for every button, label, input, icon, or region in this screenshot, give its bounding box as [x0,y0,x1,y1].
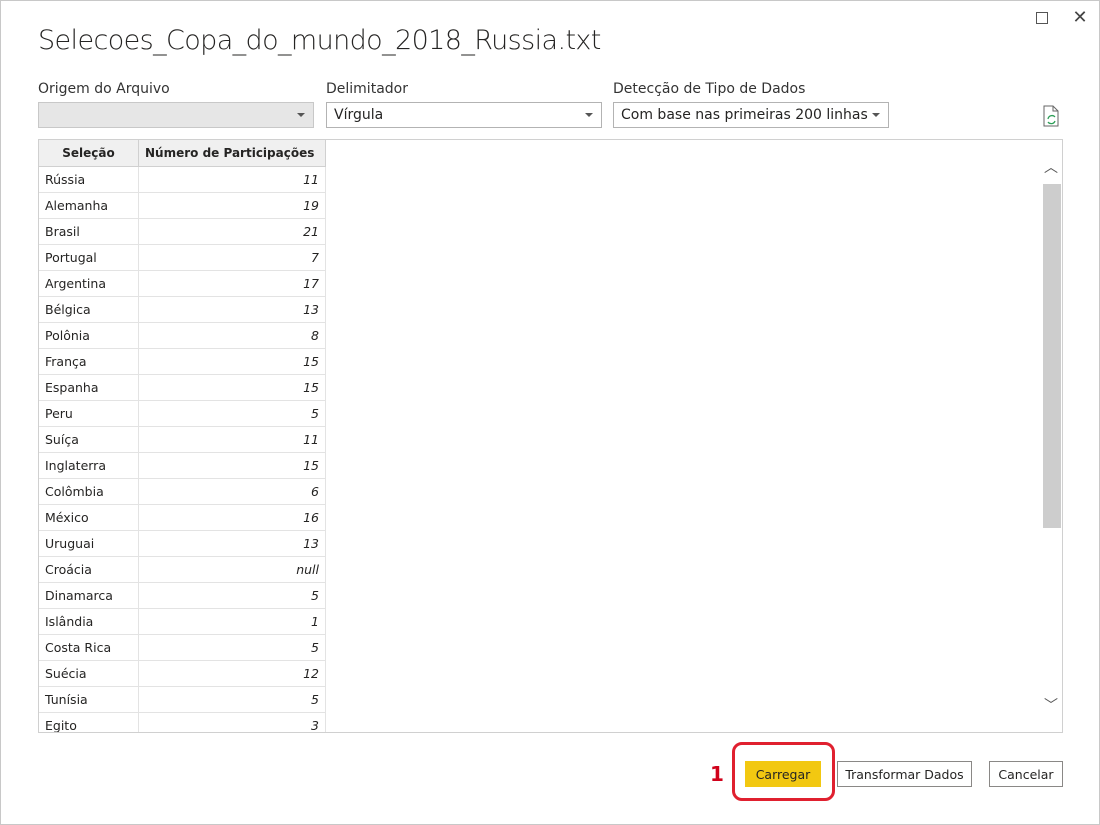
data-preview: Seleção Número de Participações Rússia 11… [38,139,1063,733]
file-origin-select [38,102,314,128]
cell-country: Uruguai [39,530,139,557]
refresh-file-icon[interactable] [1041,105,1061,127]
cancel-button[interactable]: Cancelar [989,761,1063,787]
cell-participations: 13 [138,296,326,323]
import-dialog: ✕ Selecoes_Copa_do_mundo_2018_Russia.txt… [0,0,1100,825]
cell-participations: 17 [138,270,326,297]
cell-participations: 16 [138,504,326,531]
cell-country: Polônia [39,322,139,349]
type-detection-value: Com base nas primeiras 200 linhas [621,107,868,123]
cell-country: Egito [39,712,139,732]
scrollbar-thumb[interactable] [1043,184,1061,528]
preview-table: Seleção Número de Participações Rússia 11… [39,140,326,732]
type-detection-label: Detecção de Tipo de Dados [613,81,806,97]
cell-participations: 12 [138,660,326,687]
cell-participations: 3 [138,712,326,732]
table-row: Suíça 11 [39,426,326,453]
step-number-annotation: 1 [710,762,724,786]
table-row: Uruguai 13 [39,530,326,557]
table-row: Suécia 12 [39,660,326,687]
cell-participations: 15 [138,452,326,479]
column-header-selecao[interactable]: Seleção [39,140,139,167]
scroll-down-icon[interactable]: ﹀ [1042,696,1060,714]
column-header-participacoes[interactable]: Número de Participações [138,140,326,167]
table-row: Costa Rica 5 [39,634,326,661]
cell-participations: 13 [138,530,326,557]
cell-country: Inglaterra [39,452,139,479]
cell-country: Portugal [39,244,139,271]
table-row: México 16 [39,504,326,531]
cell-country: Costa Rica [39,634,139,661]
cell-participations: 1 [138,608,326,635]
table-row: Argentina 17 [39,270,326,297]
cell-country: França [39,348,139,375]
cell-participations: 5 [138,686,326,713]
cell-participations: 15 [138,348,326,375]
table-row: Bélgica 13 [39,296,326,323]
table-row: França 15 [39,348,326,375]
cell-participations: 11 [138,166,326,193]
cell-country: Colômbia [39,478,139,505]
cell-country: Bélgica [39,296,139,323]
table-row: Peru 5 [39,400,326,427]
cell-participations: 8 [138,322,326,349]
cell-participations: 19 [138,192,326,219]
maximize-icon[interactable] [1029,7,1055,29]
delimiter-select[interactable]: Vírgula [326,102,602,128]
cell-country: Alemanha [39,192,139,219]
cell-country: Islândia [39,608,139,635]
cell-country: Suécia [39,660,139,687]
chevron-down-icon [872,113,880,117]
cell-country: Dinamarca [39,582,139,609]
table-row: Brasil 21 [39,218,326,245]
cell-country: Rússia [39,166,139,193]
transform-data-button[interactable]: Transformar Dados [837,761,972,787]
cell-country: Brasil [39,218,139,245]
table-row: Egito 3 [39,712,326,732]
table-row: Dinamarca 5 [39,582,326,609]
cell-participations: null [138,556,326,583]
close-icon[interactable]: ✕ [1067,7,1093,29]
table-row: Croácia null [39,556,326,583]
cell-participations: 5 [138,582,326,609]
type-detection-select[interactable]: Com base nas primeiras 200 linhas [613,102,889,128]
table-row: Colômbia 6 [39,478,326,505]
dialog-title: Selecoes_Copa_do_mundo_2018_Russia.txt [38,25,601,56]
cell-country: Argentina [39,270,139,297]
scroll-up-icon[interactable]: ︿ [1042,158,1060,176]
cell-country: México [39,504,139,531]
load-button[interactable]: Carregar [745,761,821,787]
table-row: Rússia 11 [39,166,326,193]
cell-participations: 5 [138,634,326,661]
cell-participations: 7 [138,244,326,271]
chevron-down-icon [585,113,593,117]
cell-participations: 6 [138,478,326,505]
cell-participations: 21 [138,218,326,245]
table-row: Tunísia 5 [39,686,326,713]
file-origin-label: Origem do Arquivo [38,81,170,97]
delimiter-label: Delimitador [326,81,408,97]
table-row: Polônia 8 [39,322,326,349]
cell-participations: 15 [138,374,326,401]
table-row: Islândia 1 [39,608,326,635]
delimiter-value: Vírgula [334,107,384,123]
chevron-down-icon [297,113,305,117]
cell-country: Espanha [39,374,139,401]
cell-country: Croácia [39,556,139,583]
cell-country: Suíça [39,426,139,453]
table-row: Espanha 15 [39,374,326,401]
cell-participations: 5 [138,400,326,427]
table-row: Alemanha 19 [39,192,326,219]
cell-participations: 11 [138,426,326,453]
cell-country: Tunísia [39,686,139,713]
cell-country: Peru [39,400,139,427]
table-row: Portugal 7 [39,244,326,271]
table-row: Inglaterra 15 [39,452,326,479]
